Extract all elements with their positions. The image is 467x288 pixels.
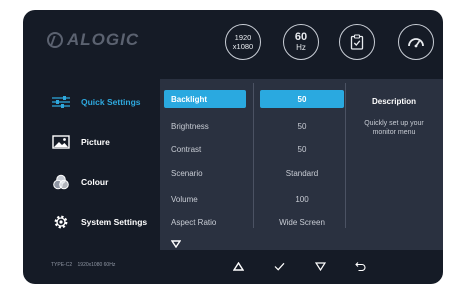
clipboard-check-button[interactable] [339, 24, 375, 60]
setting-value: Wide Screen [279, 217, 325, 227]
column-divider [345, 83, 346, 228]
signal-label: 1920x1080 60Hz [77, 262, 116, 268]
setting-brightness[interactable]: Brightness [164, 117, 246, 135]
nav-picture[interactable]: Picture [50, 132, 110, 152]
column-divider [253, 83, 254, 228]
value-aspect-ratio: Wide Screen [260, 213, 344, 231]
down-button[interactable] [314, 260, 326, 272]
setting-label: Backlight [171, 94, 208, 104]
logo-text: ALOGIC [67, 30, 140, 49]
setting-value: 50 [297, 94, 307, 104]
nav-system-settings[interactable]: System Settings [50, 212, 147, 232]
gear-icon [50, 214, 72, 230]
speedometer-icon [408, 38, 424, 48]
nav-label: Picture [81, 137, 110, 147]
nav-label: Quick Settings [81, 97, 141, 107]
signal-status: TYPE-C2 1920x1080 60Hz [51, 262, 115, 268]
port-label: TYPE-C2 [51, 262, 73, 268]
setting-value: 50 [297, 121, 307, 131]
value-contrast: 50 [260, 140, 344, 158]
alogic-logo: ALOGIC [47, 30, 139, 50]
setting-volume[interactable]: Volume [164, 190, 246, 208]
setting-value: 50 [297, 144, 307, 154]
resolution-indicator: 1920 x1080 [225, 24, 261, 60]
logo-mark-icon [47, 32, 63, 48]
value-brightness: 50 [260, 117, 344, 135]
scroll-down-indicator[interactable] [170, 235, 182, 253]
setting-backlight[interactable]: Backlight [164, 90, 246, 108]
setting-contrast[interactable]: Contrast [164, 140, 246, 158]
back-button[interactable] [354, 260, 366, 272]
sliders-icon [50, 94, 72, 110]
value-backlight[interactable]: 50 [260, 90, 344, 108]
value-volume: 100 [260, 190, 344, 208]
setting-label: Brightness [171, 121, 209, 131]
nav-label: System Settings [81, 217, 148, 227]
image-icon [50, 134, 72, 150]
up-button[interactable] [232, 260, 244, 272]
value-scenario: Standard [260, 164, 344, 182]
refresh-unit: Hz [296, 43, 306, 52]
back-icon [354, 262, 365, 271]
description-text: Quickly set up your monitor menu [364, 120, 424, 136]
up-icon [232, 261, 244, 271]
confirm-button[interactable] [273, 260, 285, 272]
nav-label: Colour [81, 177, 109, 187]
nav-quick-settings[interactable]: Quick Settings [50, 92, 141, 112]
refresh-rate-indicator: 60 Hz [283, 24, 319, 60]
triangle-down-icon [170, 240, 182, 249]
refresh-value: 60 [294, 31, 308, 43]
setting-label: Aspect Ratio [171, 217, 217, 227]
setting-label: Contrast [171, 144, 202, 154]
setting-value: Standard [285, 168, 319, 178]
setting-value: 100 [295, 194, 309, 204]
nav-colour[interactable]: Colour [50, 172, 108, 192]
down-icon [314, 261, 326, 271]
setting-label: Scenario [171, 168, 203, 178]
resolution-height: x1080 [232, 42, 254, 51]
speed-gauge-button[interactable] [398, 24, 434, 60]
setting-aspect-ratio[interactable]: Aspect Ratio [164, 213, 246, 231]
clipboard-check-icon [350, 34, 364, 50]
description-title: Description [371, 97, 416, 106]
color-circles-icon [50, 174, 72, 190]
resolution-width: 1920 [234, 33, 252, 42]
setting-label: Volume [171, 194, 198, 204]
setting-scenario[interactable]: Scenario [164, 164, 246, 182]
confirm-icon [274, 262, 284, 271]
